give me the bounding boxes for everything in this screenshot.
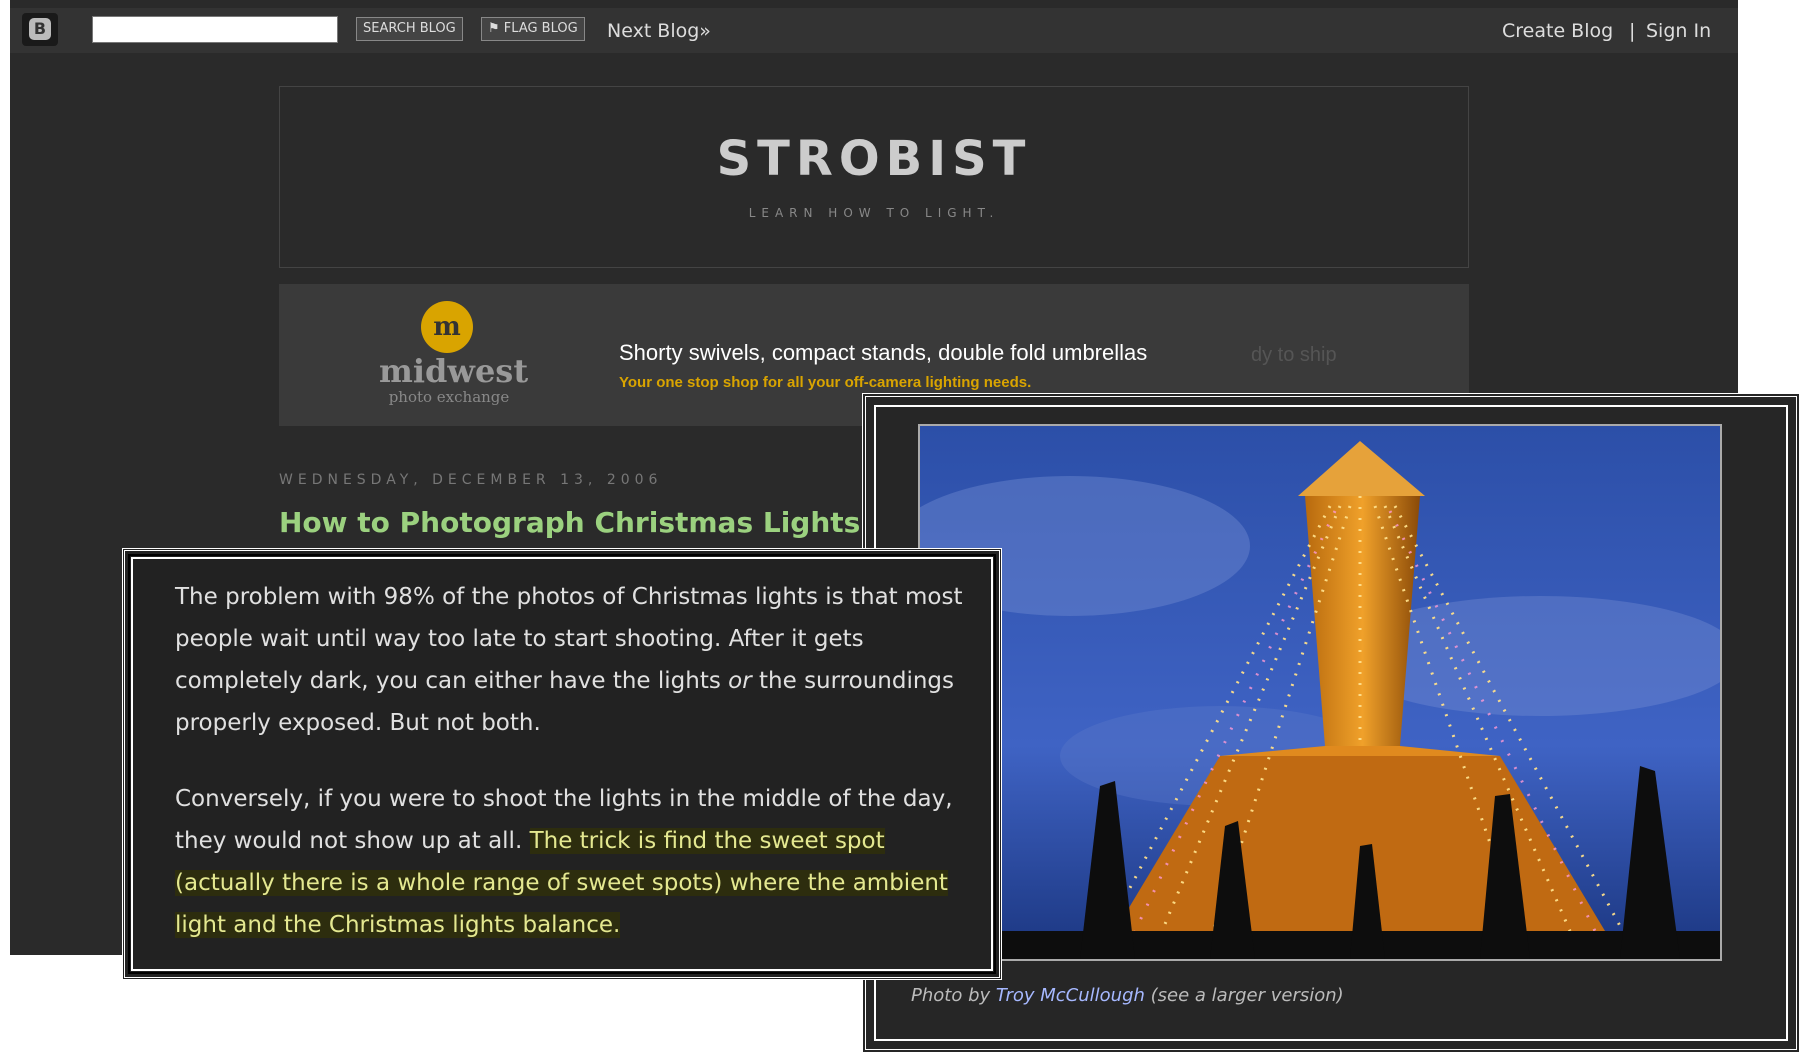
flag-blog-button[interactable]: ⚑ FLAG BLOG [481,17,585,41]
ad-brand-name: midwest [379,352,529,390]
blog-description: LEARN HOW TO LIGHT. [748,206,1000,220]
midwest-logo-icon: m [421,301,473,353]
photo-callout: Photo by Troy McCullough (see a larger v… [862,393,1800,1053]
blog-title[interactable]: STROBIST [280,132,1468,186]
blogger-navbar: B SEARCH BLOG ⚑ FLAG BLOG Next Blog» Cre… [10,8,1738,53]
create-blog-link[interactable]: Create Blog [1502,16,1613,46]
caption-author-link[interactable]: Troy McCullough [996,985,1145,1006]
caption-suffix[interactable]: (see a larger version) [1145,985,1344,1006]
caption-prefix: Photo by [911,985,996,1006]
post-paragraph-2: Conversely, if you were to shoot the lig… [175,778,975,946]
post-date: WEDNESDAY, DECEMBER 13, 2006 [279,472,663,488]
flag-blog-label: FLAG BLOG [503,21,578,36]
next-blog-link[interactable]: Next Blog» [607,16,711,46]
christmas-tree-photo[interactable] [918,424,1722,961]
nav-separator: | [1629,20,1636,42]
ad-headline[interactable]: Shorty swivels, compact stands, double f… [619,339,1147,367]
para1-emphasis: or [728,668,752,694]
post-paragraph-1: The problem with 98% of the photos of Ch… [175,576,975,744]
sign-in-link[interactable]: Sign In [1646,16,1711,46]
text-callout: The problem with 98% of the photos of Ch… [122,548,1002,980]
blogger-logo-icon[interactable]: B [22,13,58,46]
ad-tagline[interactable]: Your one stop shop for all your off-came… [619,373,1031,393]
search-blog-button[interactable]: SEARCH BLOG [356,17,463,41]
blog-header: STROBIST LEARN HOW TO LIGHT. [279,86,1469,268]
blogger-logo-letter: B [29,18,51,40]
ad-brand-subtitle: photo exchange [388,388,510,406]
search-input[interactable] [92,16,338,43]
ad-headline-ghost: dy to ship [1251,344,1337,366]
post-title[interactable]: How to Photograph Christmas Lights [279,505,860,541]
flag-icon: ⚑ [488,21,504,36]
photo-caption: Photo by Troy McCullough (see a larger v… [911,984,1344,1008]
photo-illustration [920,426,1720,959]
